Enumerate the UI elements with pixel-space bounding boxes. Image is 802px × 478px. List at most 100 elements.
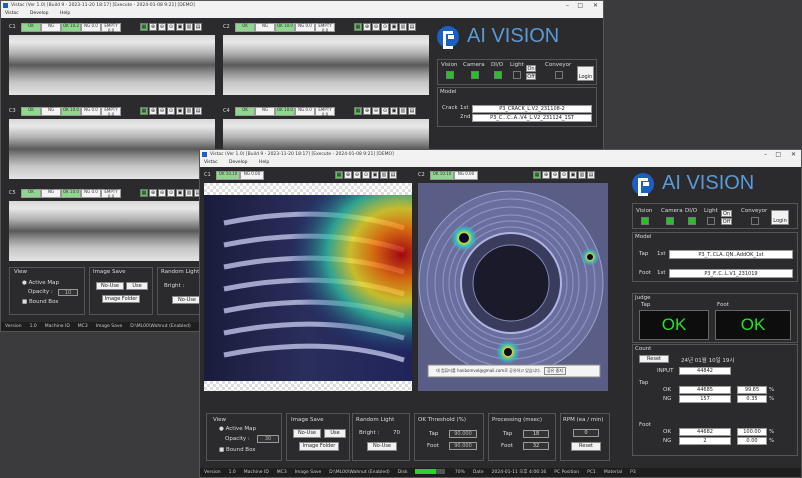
- front-titlebar[interactable]: Vistac (Ver 1.0) [Build 9 - 2023-11-20 1…: [200, 150, 801, 159]
- save-icon[interactable]: ▦: [354, 107, 362, 115]
- tap-model-field[interactable]: P3_T..CLA..QN..AddOK_1st: [669, 250, 793, 259]
- crack-model-1st[interactable]: P3_CRACK_L.V2_231108-2: [472, 105, 592, 113]
- maximize-icon[interactable]: □: [775, 150, 781, 159]
- zoom-in-icon[interactable]: ⊕: [344, 171, 352, 179]
- zoom-fit-icon[interactable]: ⊙: [362, 171, 370, 179]
- active-map-radio[interactable]: ● Active Map: [219, 426, 256, 432]
- conveyor-indicator: [751, 217, 759, 225]
- menu-develop[interactable]: Develop: [229, 160, 248, 165]
- menu-vistac[interactable]: Vistac: [5, 11, 19, 16]
- grid-icon[interactable]: ▥: [185, 189, 193, 197]
- save-icon[interactable]: ▦: [140, 107, 148, 115]
- grid-icon[interactable]: ▥: [578, 171, 586, 179]
- back-c4-toolbar: ▦ ⊕ ⊖ ⊙ ▣ ▥ ▤: [353, 107, 416, 115]
- grid-icon[interactable]: ▥: [399, 107, 407, 115]
- zoom-fit-icon[interactable]: ⊙: [381, 107, 389, 115]
- save-icon[interactable]: ▦: [140, 23, 148, 31]
- fit-icon[interactable]: ▣: [569, 171, 577, 179]
- zoom-fit-icon[interactable]: ⊙: [167, 23, 175, 31]
- zoom-out-icon[interactable]: ⊖: [158, 107, 166, 115]
- use-button[interactable]: Use: [324, 429, 346, 438]
- rpm-reset-button[interactable]: Reset: [571, 442, 601, 451]
- grid-icon[interactable]: ▥: [380, 171, 388, 179]
- count-reset-button[interactable]: Reset: [639, 355, 669, 363]
- light-on-button[interactable]: On: [721, 210, 732, 217]
- close-icon[interactable]: ✕: [791, 150, 796, 159]
- save-icon[interactable]: ▦: [533, 171, 541, 179]
- zoom-in-icon[interactable]: ⊕: [542, 171, 550, 179]
- menu-help[interactable]: Help: [259, 160, 269, 165]
- fit-icon[interactable]: ▣: [176, 23, 184, 31]
- zoom-out-icon[interactable]: ⊖: [158, 189, 166, 197]
- menu-develop[interactable]: Develop: [30, 11, 49, 16]
- zoom-in-icon[interactable]: ⊕: [149, 107, 157, 115]
- fit-icon[interactable]: ▣: [176, 189, 184, 197]
- zoom-out-icon[interactable]: ⊖: [372, 23, 380, 31]
- random-light-no-use-button[interactable]: No-Use: [367, 442, 397, 451]
- foot-model-field[interactable]: P3_F..C..L.V1_231019: [669, 269, 793, 278]
- zoom-fit-icon[interactable]: ⊙: [167, 189, 175, 197]
- zoom-fit-icon[interactable]: ⊙: [560, 171, 568, 179]
- zoom-out-icon[interactable]: ⊖: [551, 171, 559, 179]
- stop-sharing-button[interactable]: 공유 중지: [544, 367, 566, 375]
- fit-icon[interactable]: ▣: [176, 107, 184, 115]
- zoom-in-icon[interactable]: ⊕: [363, 23, 371, 31]
- zoom-out-icon[interactable]: ⊖: [353, 171, 361, 179]
- fit-icon[interactable]: ▣: [390, 23, 398, 31]
- zoom-in-icon[interactable]: ⊕: [363, 107, 371, 115]
- settings-icon[interactable]: ▤: [194, 23, 202, 31]
- crack-model-2nd[interactable]: P3_C...C..A..V4_L.V2_231124_1ST: [472, 114, 592, 122]
- light-on-button[interactable]: On: [526, 65, 536, 72]
- login-button[interactable]: Login: [771, 210, 789, 225]
- random-light-no-use-button[interactable]: No-Use: [172, 296, 202, 304]
- save-icon[interactable]: ▦: [354, 23, 362, 31]
- front-random-light-box: Random Light Bright : 70 No-Use: [352, 413, 410, 461]
- grid-icon[interactable]: ▥: [399, 23, 407, 31]
- save-icon[interactable]: ▦: [140, 189, 148, 197]
- maximize-icon[interactable]: □: [577, 1, 583, 10]
- light-off-button[interactable]: Off: [526, 73, 536, 80]
- use-button[interactable]: Use: [126, 282, 148, 290]
- menu-vistac[interactable]: Vistac: [204, 160, 218, 165]
- no-use-button[interactable]: No-Use: [96, 282, 124, 290]
- image-folder-button[interactable]: Image Folder: [102, 295, 140, 303]
- fit-icon[interactable]: ▣: [371, 171, 379, 179]
- grid-icon[interactable]: ▥: [185, 107, 193, 115]
- back-c3-stat-2: OK 10.0: [61, 107, 81, 116]
- bright-value[interactable]: 70: [393, 430, 400, 436]
- minimize-icon[interactable]: –: [566, 1, 569, 10]
- zoom-fit-icon[interactable]: ⊙: [381, 23, 389, 31]
- back-brand: AI VISION: [437, 25, 559, 49]
- zoom-out-icon[interactable]: ⊖: [372, 107, 380, 115]
- light-off-button[interactable]: Off: [721, 218, 732, 225]
- save-icon[interactable]: ▦: [335, 171, 343, 179]
- grid-icon[interactable]: ▥: [185, 23, 193, 31]
- settings-icon[interactable]: ▤: [587, 171, 595, 179]
- fit-icon[interactable]: ▣: [390, 107, 398, 115]
- no-use-button[interactable]: No-Use: [293, 429, 321, 438]
- settings-icon[interactable]: ▤: [408, 23, 416, 31]
- back-c3-image: [9, 119, 215, 179]
- back-c2-stat-4: EMPTY 0.0: [315, 23, 335, 32]
- zoom-out-icon[interactable]: ⊖: [158, 23, 166, 31]
- settings-icon[interactable]: ▤: [194, 107, 202, 115]
- zoom-in-icon[interactable]: ⊕: [149, 23, 157, 31]
- back-titlebar[interactable]: Vistac (Ver 1.0) [Build 9 - 2023-11-20 1…: [1, 1, 603, 10]
- bound-box-checkbox[interactable]: ■ Bound Box: [219, 447, 256, 453]
- active-map-radio[interactable]: ● Active Map: [22, 280, 59, 286]
- opacity-input[interactable]: 30: [257, 435, 279, 443]
- login-button[interactable]: Login: [577, 66, 594, 81]
- image-folder-button[interactable]: Image Folder: [299, 442, 339, 451]
- menu-help[interactable]: Help: [60, 11, 70, 16]
- settings-icon[interactable]: ▤: [389, 171, 397, 179]
- bound-box-checkbox[interactable]: ■ Bound Box: [22, 299, 59, 305]
- settings-icon[interactable]: ▤: [408, 107, 416, 115]
- tap-threshold-input[interactable]: 90.000: [449, 430, 477, 438]
- zoom-in-icon[interactable]: ⊕: [149, 189, 157, 197]
- zoom-fit-icon[interactable]: ⊙: [167, 107, 175, 115]
- minimize-icon[interactable]: –: [764, 150, 767, 159]
- opacity-input[interactable]: 10: [58, 289, 78, 296]
- close-icon[interactable]: ✕: [593, 1, 598, 10]
- tap-processing-value: 18: [523, 430, 549, 438]
- foot-threshold-input[interactable]: 90.000: [449, 442, 477, 450]
